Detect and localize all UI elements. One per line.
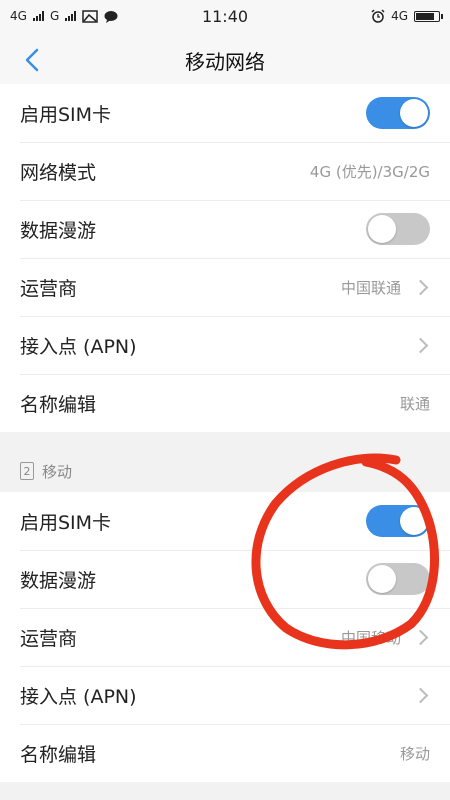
signal-icon: [65, 11, 77, 21]
chevron-right-icon: [412, 687, 429, 703]
sim1-network-mode-row[interactable]: 网络模式 4G (优先)/3G/2G: [0, 142, 450, 200]
network-type-2: G: [49, 9, 60, 23]
sim1-roaming-toggle[interactable]: [366, 213, 430, 245]
sim1-carrier-row[interactable]: 运营商 中国联通: [0, 258, 450, 316]
sim2-section-header: 2 移动: [0, 450, 450, 492]
sim1-enable-toggle[interactable]: [366, 97, 430, 129]
image-notification-icon: [82, 9, 98, 23]
row-value: 中国移动: [340, 628, 401, 647]
row-value: 中国联通: [340, 278, 401, 297]
sim-card-icon: 2: [20, 462, 34, 480]
sim2-apn-row[interactable]: 接入点 (APN): [0, 666, 450, 724]
status-right: 4G: [371, 9, 443, 23]
row-label: 运营商: [20, 627, 78, 650]
status-bar: 4G G 11:40 4G: [0, 0, 450, 32]
sim2-settings-group: 启用SIM卡 数据漫游 运营商 中国移动 接入点 (APN) 名称编辑 移动: [0, 492, 450, 782]
page-title: 移动网络: [185, 49, 265, 74]
row-label: 运营商: [20, 277, 78, 300]
row-value: 4G (优先)/3G/2G: [309, 162, 430, 181]
chevron-right-icon: [412, 337, 429, 353]
row-label: 网络模式: [20, 161, 97, 184]
status-time: 11:40: [201, 6, 249, 26]
back-chevron-icon[interactable]: [18, 44, 48, 76]
row-label: 接入点 (APN): [20, 335, 137, 358]
sim1-apn-row[interactable]: 接入点 (APN): [0, 316, 450, 374]
chevron-right-icon: [412, 279, 429, 295]
row-value: 移动: [399, 744, 430, 763]
row-label: 名称编辑: [20, 743, 97, 766]
sim-slot-number: 2: [23, 464, 31, 478]
sim2-roaming-toggle[interactable]: [366, 563, 430, 595]
network-type-1: 4G: [10, 9, 27, 23]
row-label: 启用SIM卡: [20, 103, 112, 126]
row-label: 数据漫游: [20, 569, 97, 592]
sim2-carrier-row[interactable]: 运营商 中国移动: [0, 608, 450, 666]
sim1-settings-group: 启用SIM卡 网络模式 4G (优先)/3G/2G 数据漫游 运营商 中国联通 …: [0, 84, 450, 432]
row-label: 名称编辑: [20, 393, 97, 416]
row-label: 接入点 (APN): [20, 685, 137, 708]
nav-bar: 移动网络: [0, 32, 450, 89]
sim2-enable-toggle[interactable]: [366, 505, 430, 537]
network-type-right: 4G: [391, 9, 408, 23]
sim2-header-label: 移动: [42, 462, 73, 481]
sim2-enable-row[interactable]: 启用SIM卡: [0, 492, 450, 550]
signal-icon: [32, 11, 44, 21]
row-value: 联通: [399, 394, 430, 413]
status-left: 4G G: [10, 9, 118, 23]
sim1-enable-row[interactable]: 启用SIM卡: [0, 84, 450, 142]
row-label: 数据漫游: [20, 219, 97, 242]
alarm-icon: [371, 9, 385, 23]
chevron-right-icon: [412, 629, 429, 645]
sim2-name-edit-row[interactable]: 名称编辑 移动: [0, 724, 450, 782]
sim1-name-edit-row[interactable]: 名称编辑 联通: [0, 374, 450, 432]
battery-icon: [414, 10, 443, 22]
sim2-roaming-row[interactable]: 数据漫游: [0, 550, 450, 608]
row-label: 启用SIM卡: [20, 511, 112, 534]
sim1-roaming-row[interactable]: 数据漫游: [0, 200, 450, 258]
message-icon: [104, 10, 118, 23]
